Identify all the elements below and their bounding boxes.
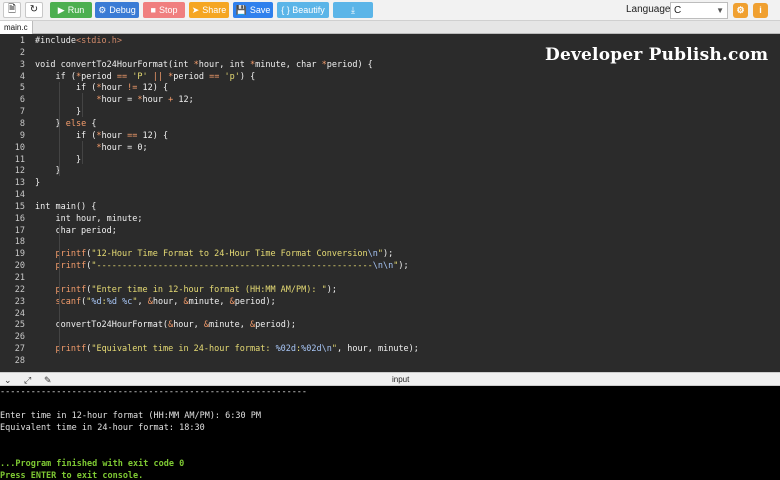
save-icon: 💾 [235, 5, 247, 15]
code-line: int main() { [35, 201, 97, 212]
line-number: 8 [19, 118, 25, 129]
watermark: Developer Publish.com [545, 45, 769, 65]
info-icon[interactable]: i [753, 3, 768, 18]
code-line: *hour = 0; [96, 142, 148, 153]
code-line: if (*period == 'P' || *period == 'p') { [35, 71, 256, 82]
new-file-icon[interactable]: 🗎 [3, 2, 21, 18]
indent-guide [59, 81, 60, 177]
debug-button[interactable]: ⚙ Debug [95, 2, 139, 18]
code-line: printf("Equivalent time in 24-hour forma… [55, 344, 419, 355]
code-line: char period; [35, 225, 117, 236]
expand-icon[interactable]: ⤢ [24, 374, 31, 386]
settings-icon[interactable]: ⚙ [733, 3, 748, 18]
line-number: 23 [14, 296, 25, 307]
file-tabs: main.c [0, 21, 780, 34]
download-button[interactable]: ⤓ [333, 2, 373, 18]
console-line: Press ENTER to exit console. [0, 471, 144, 480]
line-number: 25 [14, 320, 25, 331]
open-project-icon[interactable]: ↻ [25, 2, 43, 18]
line-number: 26 [14, 332, 25, 343]
code-line: if (*hour == 12) { [35, 130, 169, 141]
console-line: ----------------------------------------… [0, 387, 308, 397]
bug-icon: ⚙ [98, 5, 107, 15]
indent-guide [82, 93, 83, 118]
line-number: 16 [14, 213, 25, 224]
code-line: scanf("%d:%d %c", &hour, &minute, &perio… [55, 296, 276, 307]
download-icon: ⤓ [351, 5, 355, 15]
line-number: 3 [19, 59, 25, 70]
line-number-gutter: 1 2 3 4 5 6 7 8 9 10 11 12 13 14 15 16 17 18 19 20 21 22 23 24 2… [0, 34, 30, 372]
language-label: Language [626, 4, 671, 15]
code-line: } else { [35, 118, 97, 129]
line-number: 24 [14, 308, 25, 319]
line-number: 13 [14, 178, 25, 189]
code-line: printf("12-Hour Time Format to 24-Hour T… [55, 249, 394, 260]
tab-main-c[interactable]: main.c [0, 21, 33, 34]
language-select[interactable]: C ▼ [670, 2, 728, 19]
console-line: Equivalent time in 24-hour format: 18:30 [0, 423, 205, 433]
console-line: ...Program finished with exit code 0 [0, 459, 185, 469]
line-number: 2 [19, 47, 25, 58]
line-number: 6 [19, 95, 25, 106]
code-line: printf("Enter time in 12-hour format (HH… [55, 284, 337, 295]
code-editor[interactable]: 1 2 3 4 5 6 7 8 9 10 11 12 13 14 15 16 17 18 19 20 21 22 23 24 2… [0, 34, 780, 372]
code-line: if (*hour != 12) { [35, 83, 169, 94]
output-console[interactable]: ----------------------------------------… [0, 386, 780, 480]
line-number: 19 [14, 249, 25, 260]
code-line: convertTo24HourFormat(&hour, &minute, &p… [35, 320, 297, 331]
beautify-button[interactable]: { } Beautify [277, 2, 329, 18]
toolbar: 🗎 ↻ ▶ Run ⚙ Debug ■ Stop ➤ Share 💾 Save { } B… [0, 0, 780, 21]
line-number: 10 [14, 142, 25, 153]
line-number: 21 [14, 273, 25, 283]
console-line: Enter time in 12-hour format (HH:MM AM/P… [0, 411, 261, 421]
panel-divider[interactable]: ⌄ ⤢ ✎ input [0, 372, 780, 386]
line-number: 28 [14, 355, 25, 366]
input-label: input [392, 375, 410, 384]
code-line: int hour, minute; [35, 213, 143, 224]
line-number: 7 [19, 107, 25, 118]
line-number: 27 [14, 344, 25, 355]
code-line: #include<stdio.h> [35, 36, 123, 46]
code-line: } [35, 178, 41, 189]
line-number: 1 [19, 36, 25, 46]
share-icon: ➤ [191, 5, 200, 15]
line-number: 15 [14, 201, 25, 212]
line-number: 14 [14, 190, 25, 201]
stop-icon: ■ [150, 5, 156, 15]
chevron-down-icon[interactable]: ⌄ [4, 374, 12, 386]
stop-button[interactable]: ■ Stop [143, 2, 185, 18]
clear-icon[interactable]: ✎ [44, 374, 52, 386]
line-number: 4 [19, 71, 25, 82]
line-number: 12 [14, 166, 25, 177]
code-line: printf("--------------------------------… [55, 261, 409, 272]
save-button[interactable]: 💾 Save [233, 2, 273, 18]
code-line: void convertTo24HourFormat(int *hour, in… [35, 59, 373, 70]
line-number: 11 [14, 154, 25, 165]
play-icon: ▶ [57, 5, 65, 15]
line-number: 9 [19, 130, 25, 141]
indent-guide [59, 223, 60, 355]
line-number: 20 [14, 261, 25, 272]
line-number: 22 [14, 284, 25, 295]
share-button[interactable]: ➤ Share [189, 2, 229, 18]
line-number: 17 [14, 225, 25, 236]
line-number: 18 [14, 237, 25, 248]
code-line: } [35, 166, 61, 177]
indent-guide [82, 140, 83, 165]
run-button[interactable]: ▶ Run [50, 2, 92, 18]
chevron-down-icon: ▼ [716, 6, 724, 15]
line-number: 5 [19, 83, 25, 94]
